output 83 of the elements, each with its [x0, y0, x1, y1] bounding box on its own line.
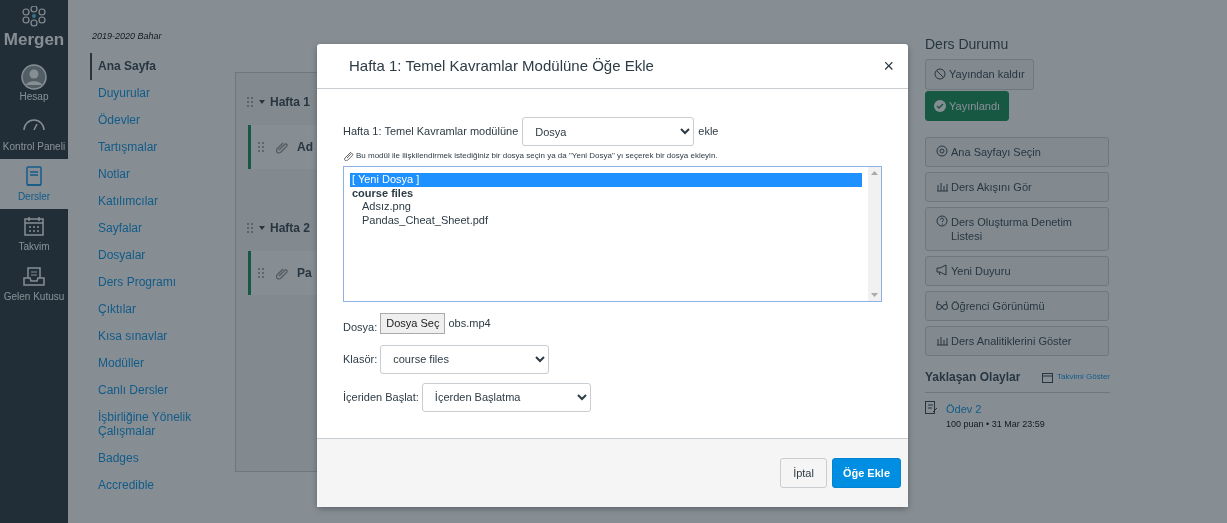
course-nav-link[interactable]: Sayfalar: [90, 214, 210, 242]
course-nav-link[interactable]: Notlar: [90, 160, 210, 188]
paperclip-icon: [343, 151, 354, 161]
list-option[interactable]: Pandas_Cheat_Sheet.pdf: [350, 213, 862, 227]
sidebar-action-button[interactable]: Öğrenci Görünümü: [925, 291, 1109, 321]
megaphone-icon: [936, 264, 948, 276]
scroll-down-icon: [871, 293, 878, 297]
field-label: Dosya:: [343, 320, 378, 335]
caret-icon: [259, 226, 265, 230]
drag-handle-icon: [257, 267, 265, 279]
status-button[interactable]: Yayından kaldır: [925, 59, 1034, 90]
sidebar-action-button[interactable]: Ders Akışını Gör: [925, 172, 1109, 202]
drag-handle-icon: [246, 96, 254, 108]
status-button[interactable]: Yayınlandı: [925, 90, 1010, 121]
course-nav-link[interactable]: Ödevler: [90, 106, 210, 134]
global-nav-item[interactable]: Gelen Kutusu: [0, 258, 68, 309]
module-title[interactable]: Hafta 1: [270, 93, 310, 111]
sidebar-heading: Ders Durumu: [925, 35, 1010, 54]
course-nav-link[interactable]: Modüller: [90, 349, 210, 377]
avatar-icon: [21, 63, 47, 90]
term-label: 2019-2020 Bahar: [92, 30, 163, 43]
course-nav-link[interactable]: Ders Programı: [90, 268, 210, 296]
global-nav-item[interactable]: Dersler: [0, 158, 68, 209]
choose-file-button[interactable]: Dosya Seç: [380, 313, 446, 334]
paperclip-icon: [273, 140, 289, 154]
select-field[interactable]: Dosya: [522, 117, 695, 146]
sidebar-action-button[interactable]: Ders Oluşturma Denetim Listesi: [925, 207, 1109, 251]
close-button[interactable]: ×: [879, 57, 898, 75]
module-item-title[interactable]: Pa: [297, 264, 312, 282]
course-nav-link[interactable]: Dosyalar: [90, 241, 210, 269]
ban-icon: [934, 68, 946, 81]
logo-text: Mergen: [3, 29, 65, 51]
check-circle-icon: [934, 99, 946, 112]
course-nav-link[interactable]: Ana Sayfa: [90, 52, 210, 80]
select-field[interactable]: İçerden Başlatma: [421, 382, 591, 412]
drag-handle-icon: [257, 141, 265, 153]
global-nav-item[interactable]: Kontrol Paneli: [0, 108, 68, 159]
glasses-icon: [936, 299, 948, 311]
file-listbox[interactable]: [ Yeni Dosya ] course files Adsız.png Pandas_Cheat_Sheet.pdf: [343, 166, 882, 302]
course-nav-link[interactable]: Tartışmalar: [90, 133, 210, 161]
modal-title: Hafta 1: Temel Kavramlar Modülüne Öğe Ekle: [349, 57, 654, 75]
course-nav-link[interactable]: Accredible: [90, 471, 210, 499]
type-label: Hafta 1: Temel Kavramlar modülüne: [343, 124, 519, 140]
module-item-title[interactable]: Ad: [297, 138, 313, 156]
global-nav-item[interactable]: Hesap: [0, 58, 68, 109]
sidebar-action-button[interactable]: Ders Analitiklerini Göster: [925, 326, 1109, 356]
course-nav-link[interactable]: Badges: [90, 444, 210, 472]
course-nav-link[interactable]: İşbirliğine Yönelik Çalışmalar: [90, 403, 210, 445]
event-link[interactable]: Ödev 2: [946, 401, 1045, 418]
scroll-up-icon: [871, 171, 878, 175]
type-suffix: ekle: [698, 124, 719, 140]
module-title[interactable]: Hafta 2: [270, 219, 310, 237]
upcoming-heading: Yaklaşan Olaylar: [925, 369, 1021, 386]
course-nav-link[interactable]: Çıktılar: [90, 295, 210, 323]
list-option[interactable]: [ Yeni Dosya ]: [350, 173, 862, 187]
chart-icon: [936, 180, 948, 192]
select-field[interactable]: course files: [380, 344, 550, 374]
course-nav-link[interactable]: Katılımcılar: [90, 187, 210, 215]
list-option[interactable]: Adsız.png: [350, 200, 862, 214]
chart-icon: [936, 334, 948, 346]
add-item-button[interactable]: Öğe Ekle: [831, 458, 901, 488]
module-item[interactable]: Pa: [248, 251, 317, 295]
event-details: 100 puan • 31 Mar 23:59: [946, 417, 1045, 431]
target-icon: [936, 145, 948, 157]
field-label: Klasör:: [343, 351, 378, 367]
module-item[interactable]: Ad: [248, 125, 317, 169]
hint-text: Bu modül ile ilişkilendirmek istediğiniz bir dosya seçin ya da "Yeni Dosya" yı seçerek bir dosya ekleyin.: [356, 150, 718, 162]
course-nav-link[interactable]: Canlı Dersler: [90, 376, 210, 404]
course-nav-link[interactable]: Duyurular: [90, 79, 210, 107]
calendar-icon: [1042, 371, 1054, 383]
caret-icon: [259, 100, 265, 104]
field-label: İçeriden Başlat:: [343, 389, 419, 405]
assignment-icon: [925, 401, 938, 414]
calendar-link[interactable]: Takvimi Göster: [1057, 371, 1110, 383]
drag-handle-icon: [246, 222, 254, 234]
course-nav-link[interactable]: Kısa sınavlar: [90, 322, 210, 350]
paperclip-icon: [273, 266, 289, 280]
file-name: obs.mp4: [448, 316, 491, 331]
list-option[interactable]: course files: [350, 186, 862, 200]
cancel-button[interactable]: İptal: [780, 458, 827, 488]
question-icon: [936, 215, 948, 227]
sidebar-action-button[interactable]: Ana Sayfayı Seçin: [925, 137, 1109, 167]
sidebar-action-button[interactable]: Yeni Duyuru: [925, 256, 1109, 286]
